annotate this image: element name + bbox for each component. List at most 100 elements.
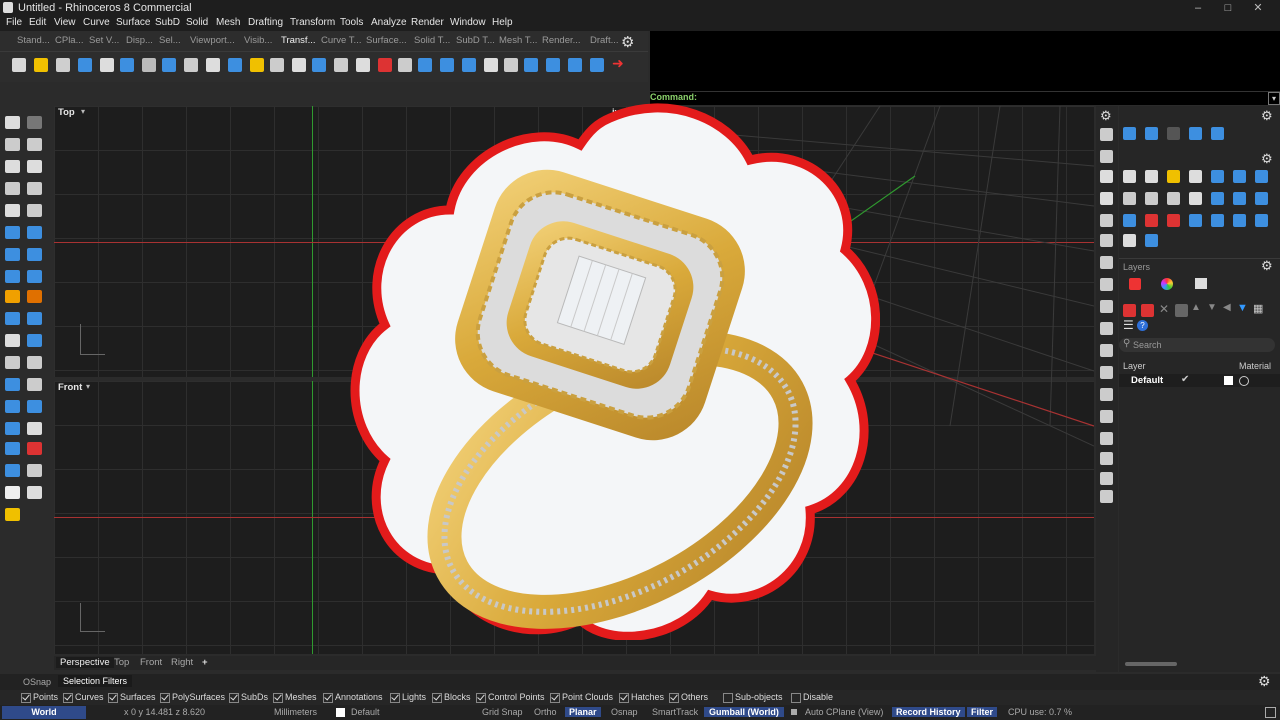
table-icon[interactable]: ▦ bbox=[1253, 302, 1263, 315]
arrow-panel-icon[interactable] bbox=[1211, 192, 1224, 205]
point-icon[interactable] bbox=[27, 116, 42, 129]
checkbox[interactable] bbox=[273, 692, 283, 703]
auto-cplane-checkbox[interactable] bbox=[791, 709, 797, 715]
grid-icon[interactable] bbox=[5, 442, 20, 455]
analyze-icon[interactable] bbox=[27, 486, 42, 499]
layer-color-swatch[interactable] bbox=[1224, 376, 1233, 385]
chevron-down-icon[interactable]: ▾ bbox=[86, 382, 90, 391]
smash-icon[interactable] bbox=[250, 58, 264, 72]
minimize-button[interactable]: – bbox=[1186, 1, 1210, 15]
tab-cplanes[interactable]: CPla... bbox=[55, 35, 84, 46]
explode-icon[interactable] bbox=[27, 290, 42, 303]
intersect-panel-icon[interactable] bbox=[1255, 214, 1268, 227]
menu-subd[interactable]: SubD bbox=[155, 17, 180, 28]
blend-icon[interactable] bbox=[1100, 300, 1113, 313]
display-color-icon[interactable] bbox=[1161, 278, 1173, 290]
filter-meshes[interactable]: Meshes bbox=[273, 692, 317, 703]
lock-icon[interactable] bbox=[1100, 256, 1113, 269]
edge-panel-icon[interactable] bbox=[1167, 192, 1180, 205]
frame-panel-icon[interactable] bbox=[1189, 127, 1202, 140]
viewport-top-label[interactable]: Top bbox=[58, 107, 75, 118]
arc-icon[interactable] bbox=[5, 182, 20, 195]
extend-panel-icon[interactable] bbox=[1233, 192, 1246, 205]
panel-scrollbar[interactable] bbox=[1125, 662, 1177, 666]
cplane-button[interactable]: World bbox=[2, 706, 86, 719]
menu-curve[interactable]: Curve bbox=[83, 17, 110, 28]
fullscreen-icon[interactable] bbox=[1265, 707, 1276, 718]
twist-icon[interactable] bbox=[162, 58, 176, 72]
checkbox[interactable] bbox=[229, 692, 239, 703]
offset-icon[interactable] bbox=[27, 378, 42, 391]
menu-surface[interactable]: Surface bbox=[116, 17, 150, 28]
maximize-button[interactable]: □ bbox=[1216, 1, 1240, 15]
current-layer[interactable]: Default bbox=[351, 707, 380, 717]
trim-icon[interactable] bbox=[5, 356, 20, 369]
filter-subds[interactable]: SubDs bbox=[229, 692, 268, 703]
menu-render[interactable]: Render bbox=[411, 17, 444, 28]
history-panel-icon[interactable] bbox=[1123, 234, 1136, 247]
tab-solid-tools[interactable]: Solid T... bbox=[414, 35, 450, 46]
tab-display[interactable]: Disp... bbox=[126, 35, 153, 46]
units-label[interactable]: Millimeters bbox=[274, 707, 317, 717]
move-left-icon[interactable] bbox=[5, 400, 20, 413]
place-icon[interactable] bbox=[590, 58, 604, 72]
line-tool-icon[interactable] bbox=[1100, 366, 1113, 379]
splop-icon[interactable] bbox=[440, 58, 454, 72]
filter-sub-objects[interactable]: Sub-objects bbox=[723, 692, 783, 703]
scale-icon[interactable] bbox=[78, 58, 92, 72]
select-icon[interactable] bbox=[5, 116, 20, 129]
bounding-icon[interactable] bbox=[568, 58, 582, 72]
help-icon[interactable]: ? bbox=[1137, 320, 1148, 331]
hatch-icon[interactable] bbox=[27, 442, 42, 455]
planar-toggle[interactable]: Planar bbox=[565, 707, 601, 717]
layer-search-input[interactable]: ⚲ Search bbox=[1119, 338, 1275, 352]
shear-icon[interactable] bbox=[484, 58, 498, 72]
move-down-icon[interactable]: ▼ bbox=[1207, 302, 1217, 313]
shell-panel-icon[interactable] bbox=[1255, 192, 1268, 205]
wave-tool-icon[interactable] bbox=[1100, 432, 1113, 445]
filter-polysurfaces[interactable]: PolySurfaces bbox=[160, 692, 225, 703]
checkbox[interactable] bbox=[21, 692, 31, 703]
spiral-icon[interactable] bbox=[1100, 452, 1113, 465]
dots-panel-icon[interactable] bbox=[1189, 192, 1202, 205]
menu-solid[interactable]: Solid bbox=[186, 17, 208, 28]
layer-filter-icon[interactable] bbox=[1175, 304, 1188, 317]
polyline-icon[interactable] bbox=[5, 138, 20, 151]
bend-icon[interactable] bbox=[184, 58, 198, 72]
auto-cplane-toggle[interactable]: Auto CPlane (View) bbox=[805, 707, 883, 717]
filter-control-points[interactable]: Control Points bbox=[476, 692, 545, 703]
tab-selection-filters[interactable]: Selection Filters bbox=[58, 675, 133, 687]
flow-left-icon[interactable] bbox=[5, 464, 20, 477]
tab-set-view[interactable]: Set V... bbox=[89, 35, 119, 46]
drop-icon[interactable] bbox=[1100, 278, 1113, 291]
layer-row-default[interactable]: Default ✔ bbox=[1119, 374, 1280, 387]
rotate-icon[interactable] bbox=[56, 58, 70, 72]
union-panel-icon[interactable] bbox=[1211, 214, 1224, 227]
circle-icon[interactable] bbox=[5, 160, 20, 173]
chamfer-panel-icon[interactable] bbox=[1255, 170, 1268, 183]
soft-move-icon[interactable] bbox=[546, 58, 560, 72]
tab-front[interactable]: Front bbox=[136, 657, 166, 668]
wave-icon[interactable] bbox=[504, 58, 518, 72]
orient-icon[interactable] bbox=[142, 58, 156, 72]
material-panel-icon[interactable] bbox=[1167, 170, 1180, 183]
stretch-icon[interactable] bbox=[398, 58, 412, 72]
new-sublayer-icon[interactable] bbox=[1141, 304, 1154, 317]
tab-visibility[interactable]: Visib... bbox=[244, 35, 272, 46]
curve-icon[interactable] bbox=[27, 138, 42, 151]
collapse-icon[interactable]: ◀ bbox=[1223, 302, 1231, 313]
polygon-icon[interactable] bbox=[5, 204, 20, 217]
flow-icon[interactable] bbox=[228, 58, 242, 72]
close-button[interactable]: ✕ bbox=[1246, 1, 1270, 15]
extrude-icon[interactable] bbox=[27, 226, 42, 239]
ortho-toggle[interactable]: Ortho bbox=[534, 707, 557, 717]
cage-edit-icon[interactable] bbox=[418, 58, 432, 72]
filter-curves[interactable]: Curves bbox=[63, 692, 104, 703]
wifi-icon[interactable] bbox=[1100, 472, 1113, 485]
tab-top[interactable]: Top bbox=[110, 657, 133, 668]
gumball-icon[interactable] bbox=[312, 58, 326, 72]
gumball-toggle[interactable]: Gumball (World) bbox=[704, 707, 784, 717]
fillet-icon[interactable] bbox=[1100, 214, 1113, 227]
twist-left-icon[interactable] bbox=[27, 464, 42, 477]
tab-standard[interactable]: Stand... bbox=[17, 35, 50, 46]
